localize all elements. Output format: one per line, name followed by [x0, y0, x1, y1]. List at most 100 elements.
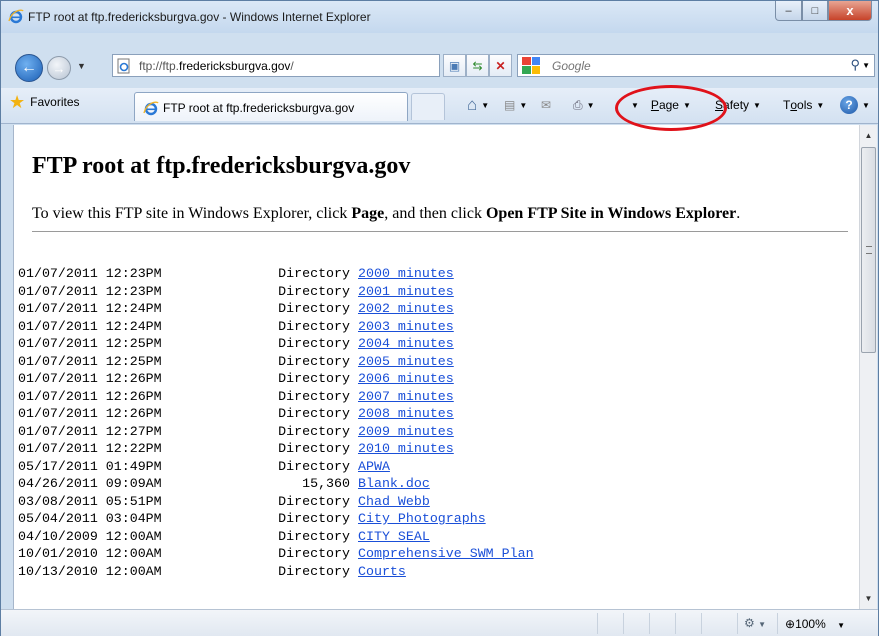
- search-input[interactable]: [552, 59, 812, 73]
- home-dropdown-icon[interactable]: ▼: [481, 101, 489, 110]
- close-button[interactable]: x: [828, 1, 872, 21]
- listing-link[interactable]: Comprehensive SWM Plan: [358, 545, 534, 563]
- listing-link[interactable]: Blank.doc: [358, 475, 430, 493]
- status-cell: [737, 613, 738, 634]
- maximize-button[interactable]: □: [802, 1, 828, 21]
- listing-link[interactable]: 2010 minutes: [358, 440, 454, 458]
- minimize-button[interactable]: –: [775, 1, 802, 21]
- search-icon[interactable]: ⚲: [850, 57, 860, 73]
- compatibility-view-button[interactable]: ▣: [443, 54, 466, 77]
- listing-size: Directory: [278, 528, 350, 544]
- listing-date: 04/26/2011 09:09AM: [18, 476, 162, 491]
- listing-date: 01/07/2011 12:26PM: [18, 388, 162, 404]
- ie-page-icon: [143, 101, 159, 116]
- page-content: FTP root at ftp.fredericksburgva.gov To …: [13, 125, 859, 609]
- listing-size: Directory: [278, 441, 350, 456]
- listing-link[interactable]: APWA: [358, 458, 390, 476]
- feeds-button[interactable]: ▤ ▼: [504, 94, 527, 116]
- listing-date: 05/17/2011 01:49PM: [18, 458, 162, 474]
- scroll-down-icon[interactable]: ▼: [860, 590, 877, 607]
- zoom-dropdown-icon: ▼: [837, 621, 846, 630]
- tab-ftp-root[interactable]: FTP root at ftp.fredericksburgva.gov: [134, 92, 408, 121]
- listing-link[interactable]: CITY SEAL: [358, 528, 430, 546]
- refresh-icon: ⇆: [472, 58, 483, 73]
- home-button[interactable]: ⌂ ▼: [467, 94, 489, 116]
- recent-pages-dropdown-icon[interactable]: ▼: [77, 61, 86, 71]
- search-options-dropdown-icon[interactable]: ▼: [862, 61, 870, 70]
- listing-date: 01/07/2011 12:25PM: [18, 336, 162, 351]
- address-url[interactable]: ftp://ftp.fredericksburgva.gov/: [139, 59, 294, 73]
- favorites-button[interactable]: ★ Favorites: [9, 93, 80, 111]
- back-button[interactable]: ←: [15, 54, 43, 82]
- listing-link[interactable]: 2001 minutes: [358, 283, 454, 301]
- forward-button[interactable]: →: [47, 56, 71, 80]
- browser-window: FTP root at ftp.fredericksburgva.gov - W…: [0, 0, 879, 636]
- listing-date: 04/10/2009 12:00AM: [18, 528, 162, 544]
- listing-row: 01/07/2011 12:22PM Directory 2010 minutes: [18, 440, 534, 458]
- printer-icon: ⎙: [573, 97, 583, 112]
- listing-size: Directory: [278, 318, 350, 334]
- listing-date: 01/07/2011 12:22PM: [18, 441, 162, 456]
- listing-row: 01/07/2011 12:24PM Directory 2003 minutes: [18, 318, 534, 336]
- print-dropdown-icon[interactable]: ▼: [587, 101, 595, 110]
- help-icon: ?: [840, 96, 858, 114]
- zoom-button[interactable]: ⊕100% ▼: [785, 617, 845, 631]
- status-cell: [701, 613, 702, 634]
- listing-row: 01/07/2011 12:26PM Directory 2006 minutes: [18, 370, 534, 388]
- help-button[interactable]: ? ▼: [840, 94, 870, 116]
- listing-size: Directory: [278, 336, 350, 351]
- listing-row: 03/08/2011 05:51PM Directory Chad Webb: [18, 493, 534, 511]
- listing-size: Directory: [278, 301, 350, 316]
- new-tab-button[interactable]: [411, 93, 445, 120]
- ie-logo-icon: [8, 9, 24, 24]
- scroll-up-icon[interactable]: ▲: [860, 127, 877, 144]
- listing-link[interactable]: Chad Webb: [358, 493, 430, 511]
- print-button[interactable]: ⎙ ▼: [573, 94, 595, 116]
- feeds-dropdown-icon[interactable]: ▼: [519, 101, 527, 110]
- refresh-button[interactable]: ⇆: [466, 54, 489, 77]
- listing-size: Directory: [278, 493, 350, 509]
- listing-row: 01/07/2011 12:27PM Directory 2009 minutes: [18, 423, 534, 441]
- favorites-label: Favorites: [30, 95, 80, 109]
- protected-mode-icon: ⚙: [744, 616, 755, 630]
- read-mail-button[interactable]: ✉: [541, 94, 551, 116]
- listing-row: 01/07/2011 12:23PM Directory 2000 minutes: [18, 265, 534, 283]
- listing-date: 01/07/2011 12:27PM: [18, 423, 162, 439]
- listing-link[interactable]: 2007 minutes: [358, 388, 454, 406]
- listing-size: Directory: [278, 371, 350, 386]
- listing-link[interactable]: 2008 minutes: [358, 405, 454, 423]
- listing-link[interactable]: 2005 minutes: [358, 353, 454, 371]
- status-cell: [675, 613, 676, 634]
- forward-arrow-icon: →: [52, 60, 66, 76]
- stop-button[interactable]: ✕: [489, 54, 512, 77]
- listing-size: Directory: [278, 511, 350, 526]
- back-arrow-icon: ←: [21, 59, 37, 76]
- listing-link[interactable]: 2000 minutes: [358, 265, 454, 283]
- scroll-thumb[interactable]: [861, 147, 876, 353]
- listing-link[interactable]: 2004 minutes: [358, 335, 454, 353]
- status-cell: [597, 613, 598, 634]
- listing-link[interactable]: 2009 minutes: [358, 423, 454, 441]
- listing-link[interactable]: 2003 minutes: [358, 318, 454, 336]
- listing-row: 01/07/2011 12:25PM Directory 2004 minutes: [18, 335, 534, 353]
- window-title: FTP root at ftp.fredericksburgva.gov - W…: [28, 10, 371, 24]
- listing-row: 01/07/2011 12:25PM Directory 2005 minutes: [18, 353, 534, 371]
- search-box[interactable]: ⚲ ▼: [517, 54, 875, 77]
- address-tools: ▣ ⇆ ✕: [443, 54, 512, 77]
- title-bar: FTP root at ftp.fredericksburgva.gov - W…: [1, 1, 878, 33]
- listing-link[interactable]: 2002 minutes: [358, 300, 454, 318]
- listing-date: 01/07/2011 12:24PM: [18, 301, 162, 316]
- listing-row: 10/13/2010 12:00AM Directory Courts: [18, 563, 534, 581]
- listing-row: 10/01/2010 12:00AM Directory Comprehensive…: [18, 545, 534, 563]
- listing-size: Directory: [278, 266, 350, 281]
- listing-link[interactable]: Courts: [358, 563, 406, 581]
- listing-link[interactable]: 2006 minutes: [358, 370, 454, 388]
- listing-date: 10/01/2010 12:00AM: [18, 546, 162, 561]
- highlight-annotation: [615, 85, 727, 131]
- listing-link[interactable]: City Photographs: [358, 510, 486, 528]
- security-zone-button[interactable]: ⚙ ▼: [744, 616, 766, 630]
- feeds-icon: ▤: [504, 98, 516, 112]
- vertical-scrollbar[interactable]: ▲ ▼: [859, 125, 877, 609]
- tools-menu[interactable]: To ols ▼: [783, 94, 824, 116]
- address-bar[interactable]: ftp://ftp.fredericksburgva.gov/ ▼: [112, 54, 536, 77]
